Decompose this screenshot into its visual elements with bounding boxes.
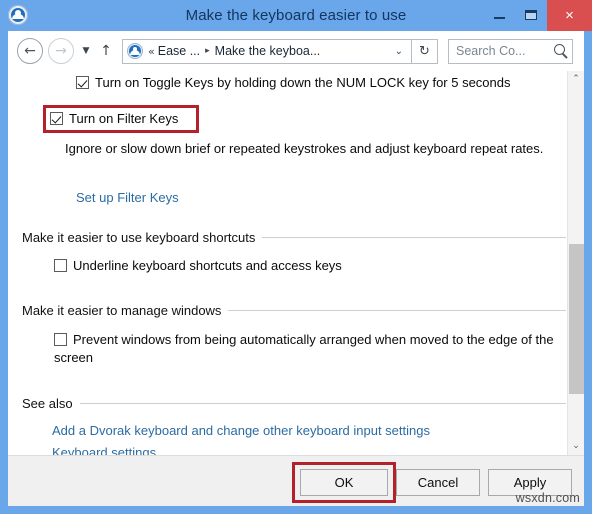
settings-content-pane: Turn on Toggle Keys by holding down the … <box>8 71 584 455</box>
up-button[interactable]: ↑ <box>96 43 116 59</box>
underline-shortcuts-checkbox[interactable] <box>54 259 67 272</box>
back-arrow-icon: ← <box>24 43 36 59</box>
ease-of-access-icon <box>127 43 143 59</box>
filter-keys-description: Ignore or slow down brief or repeated ke… <box>65 141 544 156</box>
filter-keys-label: Turn on Filter Keys <box>69 111 179 126</box>
setup-filter-keys-link[interactable]: Set up Filter Keys <box>76 190 179 205</box>
dvorak-keyboard-link[interactable]: Add a Dvorak keyboard and change other k… <box>52 423 430 438</box>
watermark: wsxdn.com <box>515 491 580 505</box>
minimize-icon <box>494 17 505 19</box>
navigation-bar: ← → ▼ ↑ « Ease ... ▸ Make the keyboa... … <box>8 31 584 71</box>
recent-locations-chevron-down-icon[interactable]: ▼ <box>77 46 95 56</box>
keyboard-settings-link[interactable]: Keyboard settings <box>52 445 156 455</box>
scrollbar-thumb[interactable] <box>569 244 584 394</box>
refresh-button[interactable]: ↻ <box>412 38 438 64</box>
forward-button[interactable]: → <box>48 38 74 64</box>
group-divider <box>228 310 566 311</box>
filter-keys-checkbox[interactable] <box>50 112 63 125</box>
address-chevron-down-icon[interactable]: ⌄ <box>395 46 403 57</box>
ease-of-access-keyboard-window: Make the keyboard easier to use × ← → ▼ … <box>0 0 592 514</box>
shortcuts-group-heading: Make it easier to use keyboard shortcuts <box>22 230 566 245</box>
breadcrumb-item-ease[interactable]: Ease ... <box>158 44 200 58</box>
toggle-keys-row[interactable]: Turn on Toggle Keys by holding down the … <box>76 75 511 90</box>
prevent-arrange-label: Prevent windows from being automatically… <box>54 332 554 365</box>
maximize-icon <box>525 10 537 20</box>
window-controls: × <box>483 0 592 31</box>
settings-content: Turn on Toggle Keys by holding down the … <box>8 71 566 455</box>
minimize-button[interactable] <box>483 0 515 31</box>
group-divider <box>262 237 566 238</box>
scroll-up-chevron-up-icon[interactable]: ⌃ <box>568 71 584 88</box>
prevent-arrange-row[interactable]: Prevent windows from being automatically… <box>54 331 554 367</box>
windows-group-heading-text: Make it easier to manage windows <box>22 303 222 318</box>
prevent-arrange-checkbox[interactable] <box>54 333 67 346</box>
dialog-footer: OK Cancel Apply wsxdn.com <box>8 455 584 506</box>
group-divider <box>79 403 566 404</box>
address-bar[interactable]: « Ease ... ▸ Make the keyboa... ⌄ <box>122 38 412 64</box>
see-also-heading-text: See also <box>22 396 73 411</box>
close-button[interactable]: × <box>547 0 592 31</box>
underline-shortcuts-label: Underline keyboard shortcuts and access … <box>73 258 342 273</box>
see-also-heading: See also <box>22 396 566 411</box>
close-icon: × <box>565 7 574 24</box>
scroll-down-chevron-down-icon[interactable]: ⌄ <box>568 438 584 455</box>
filter-keys-row[interactable]: Turn on Filter Keys <box>50 111 178 126</box>
breadcrumb-item-current[interactable]: Make the keyboa... <box>215 44 321 58</box>
dvorak-keyboard-link-text: Add a Dvorak keyboard and change other k… <box>52 423 430 438</box>
title-bar: Make the keyboard easier to use × <box>0 0 592 31</box>
vertical-scrollbar[interactable]: ⌃ ⌄ <box>567 71 584 455</box>
maximize-button[interactable] <box>515 0 547 31</box>
search-input[interactable]: Search Co... <box>456 44 525 58</box>
breadcrumb-overflow-icon[interactable]: « <box>148 45 155 58</box>
ok-button[interactable]: OK <box>300 469 388 496</box>
search-icon <box>554 43 565 55</box>
cancel-button[interactable]: Cancel <box>396 469 480 496</box>
search-box[interactable]: Search Co... <box>448 38 573 64</box>
forward-arrow-icon: → <box>55 43 67 59</box>
toggle-keys-label: Turn on Toggle Keys by holding down the … <box>95 75 511 90</box>
shortcuts-group-heading-text: Make it easier to use keyboard shortcuts <box>22 230 256 245</box>
window-body: ← → ▼ ↑ « Ease ... ▸ Make the keyboa... … <box>8 31 584 506</box>
keyboard-settings-link-text: Keyboard settings <box>52 445 157 455</box>
toggle-keys-checkbox[interactable] <box>76 76 89 89</box>
back-button[interactable]: ← <box>17 38 43 64</box>
windows-group-heading: Make it easier to manage windows <box>22 303 566 318</box>
breadcrumb-chevron-right-icon[interactable]: ▸ <box>205 46 210 56</box>
underline-shortcuts-row[interactable]: Underline keyboard shortcuts and access … <box>54 258 342 273</box>
setup-filter-keys-link-text: Set up Filter Keys <box>76 190 179 205</box>
